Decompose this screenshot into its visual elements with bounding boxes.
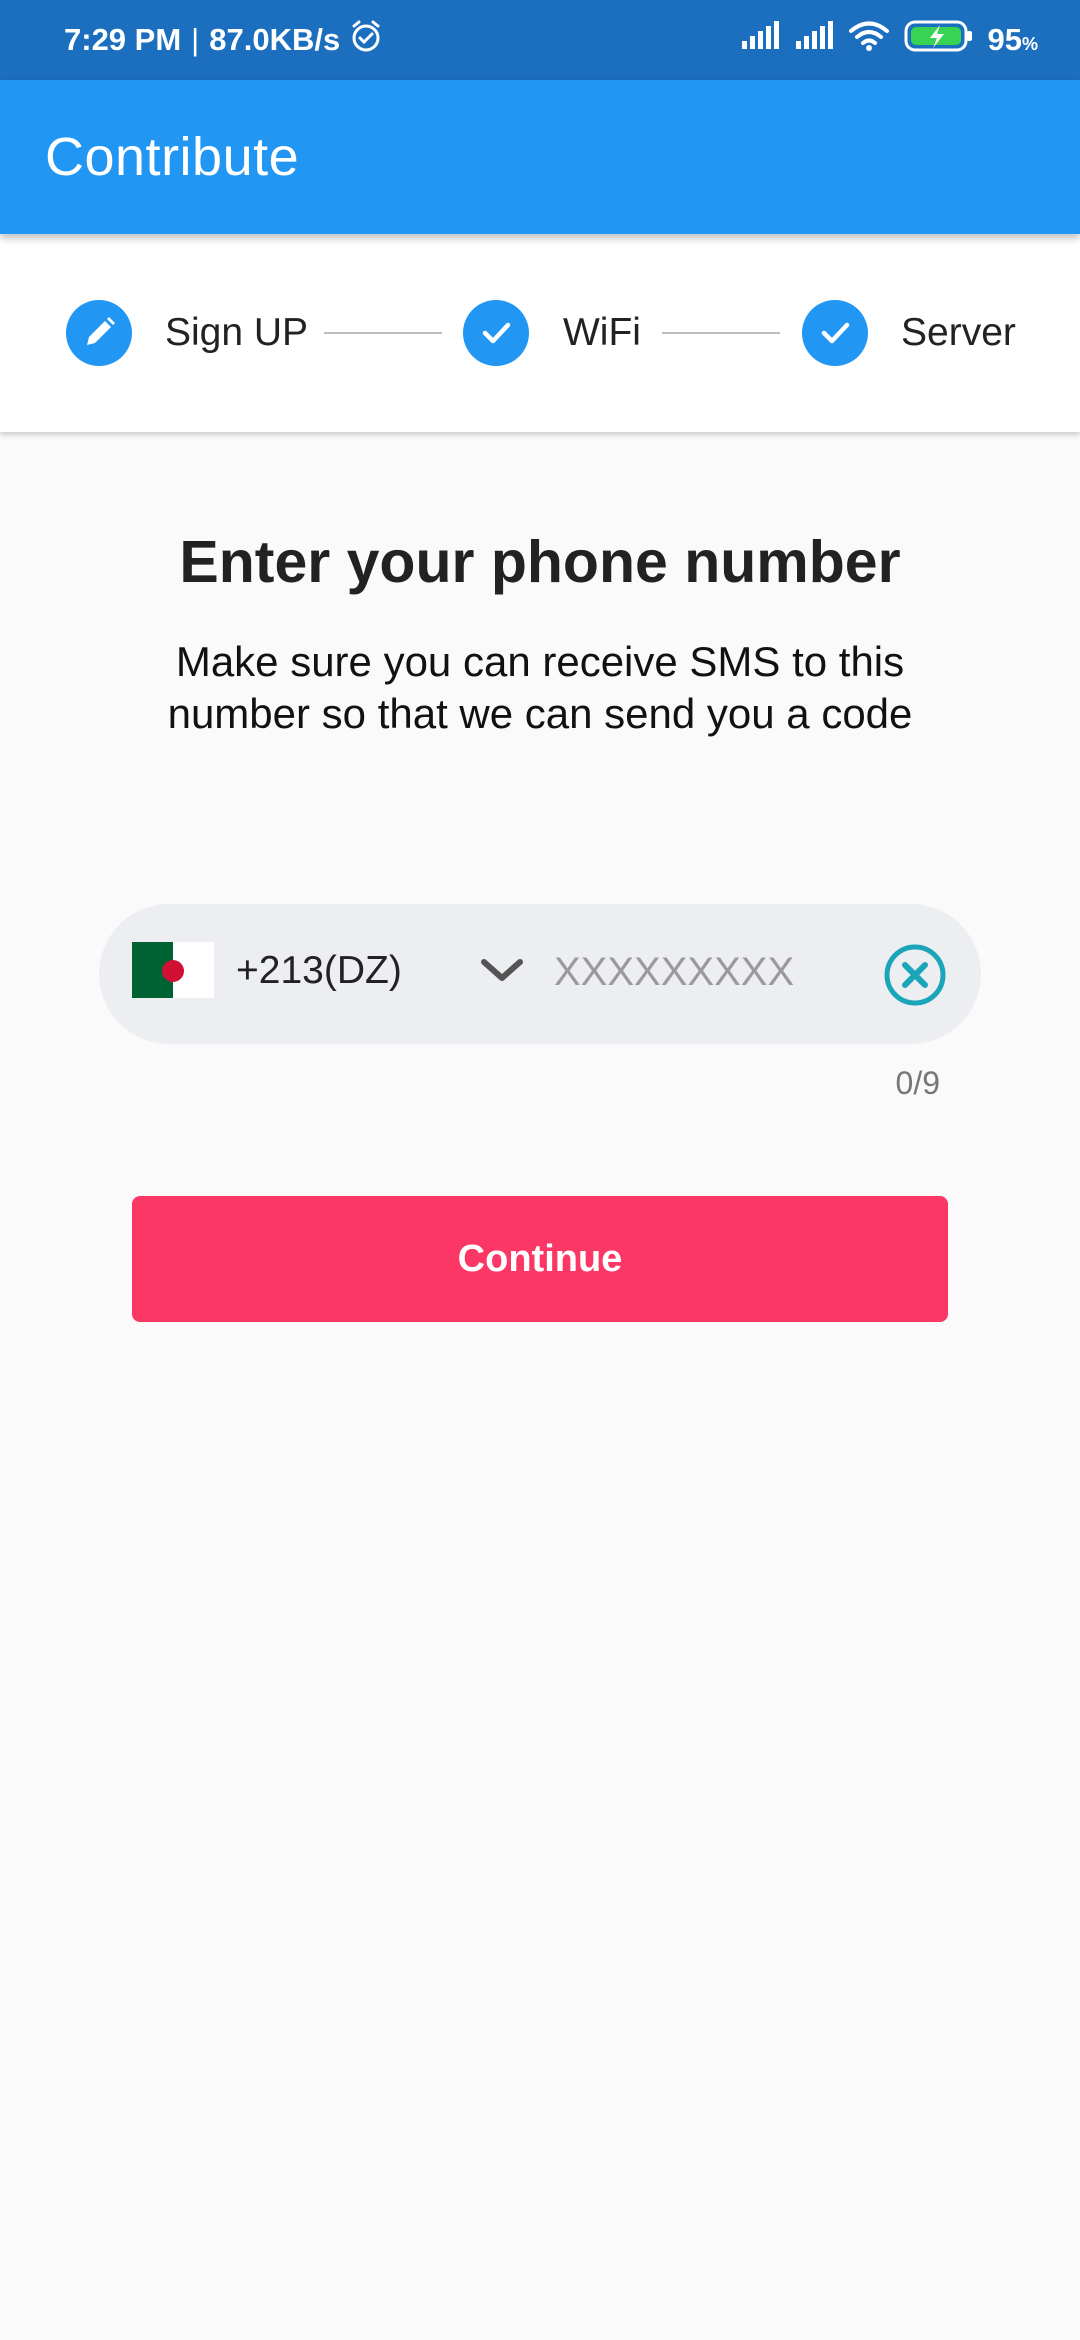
form-title: Enter your phone number [179,529,901,595]
step-wifi-indicator[interactable] [463,300,529,366]
step-connector [324,332,442,334]
status-time: 7:29 PM [64,22,182,57]
country-code[interactable]: +213(DZ) [236,946,402,996]
signal-icon [740,21,780,59]
wifi-icon [848,20,890,60]
phone-number-field: +213(DZ) [99,904,981,1044]
alarm-icon [350,19,382,61]
step-label-sign-up[interactable]: Sign UP [165,308,308,358]
battery-charging-icon [904,19,974,61]
step-label-wifi[interactable]: WiFi [563,308,641,358]
step-server-indicator[interactable] [802,300,868,366]
signal-icon [794,21,834,59]
check-icon [821,322,850,344]
app-bar: Contribute [0,80,1080,234]
phone-input[interactable] [554,942,854,1002]
crescent-star-icon [162,960,184,982]
character-counter: 0/9 [895,1065,940,1101]
pencil-icon [87,317,115,345]
battery-level: 95% [988,22,1039,58]
status-left: 7:29 PM | 87.0KB/s [64,19,382,61]
stepper: Sign UP WiFi Server [0,234,1080,432]
network-speed: 87.0KB/s [209,22,341,57]
chevron-down-icon[interactable] [479,956,525,986]
step-sign-up-indicator[interactable] [66,300,132,366]
status-right: 95% [740,19,1039,61]
form-subtitle: Make sure you can receive SMS to this nu… [167,638,913,737]
continue-button[interactable]: Continue [132,1196,948,1322]
clear-icon[interactable] [882,942,948,1008]
step-label-server[interactable]: Server [901,308,1016,358]
battery-percent: 95 [987,22,1022,57]
check-icon [482,322,511,344]
battery-unit: % [1021,34,1038,54]
step-connector [662,332,780,334]
page-title: Contribute [45,127,300,187]
status-bar: 7:29 PM | 87.0KB/s 95% [0,0,1080,80]
status-separator: | [191,22,200,57]
algeria-flag-icon[interactable] [132,942,214,998]
